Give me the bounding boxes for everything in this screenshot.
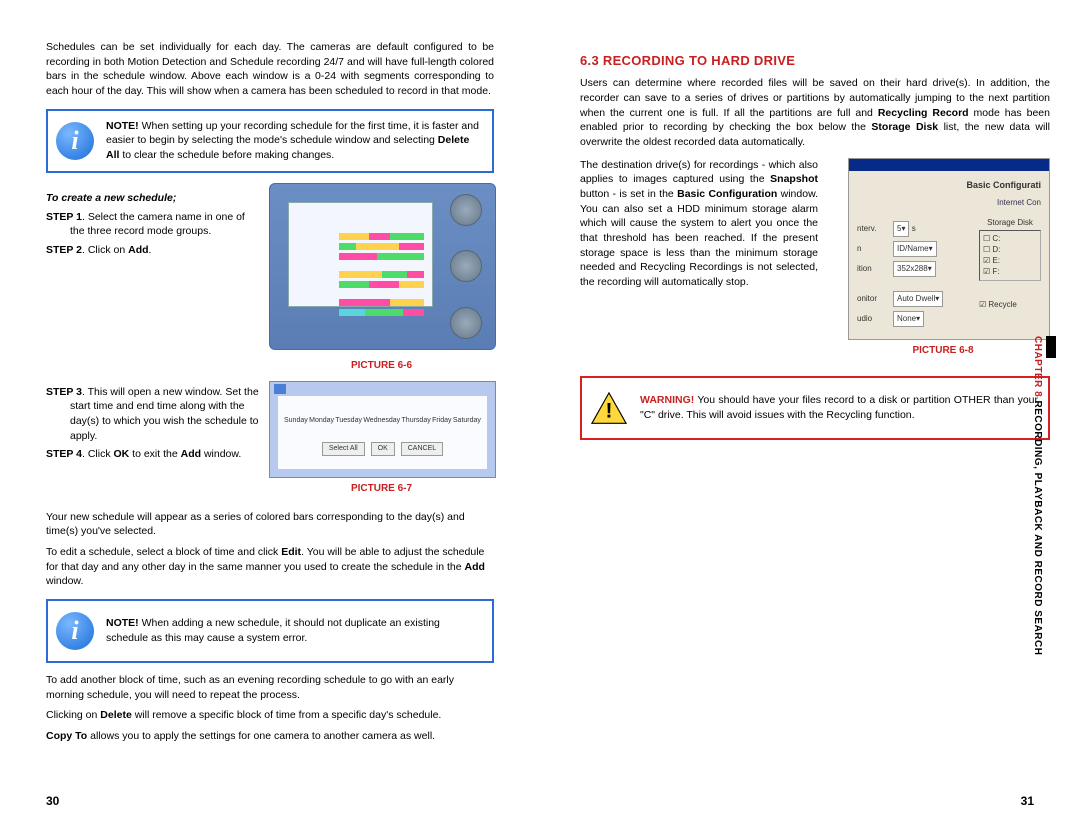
page-num-left: 30 — [46, 793, 59, 810]
hd-para-2: The destination drive(s) for recordings … — [580, 158, 818, 366]
note-1-text: NOTE! When setting up your recording sch… — [106, 119, 482, 163]
warning-icon: ! — [590, 391, 628, 425]
page-right: 6.3 RECORDING TO HARD DRIVE Users can de… — [540, 0, 1080, 834]
para-copyto: Copy To allows you to apply the settings… — [46, 729, 494, 744]
pic-6-7-caption: PICTURE 6-7 — [269, 482, 494, 496]
figure-6-8: Basic Configurati Internet Con nterv.5 ▾… — [848, 158, 1050, 340]
intro-para: Schedules can be set individually for ea… — [46, 40, 494, 99]
hd-para-1: Users can determine where recorded files… — [580, 76, 1050, 149]
page-left: Schedules can be set individually for ea… — [0, 0, 540, 834]
info-icon: i — [56, 612, 94, 650]
figure-6-6 — [269, 183, 496, 350]
pic-6-8-caption: PICTURE 6-8 — [836, 344, 1050, 358]
pic-6-6-caption: PICTURE 6-6 — [269, 359, 494, 373]
para-delete: Clicking on Delete will remove a specifi… — [46, 708, 494, 723]
warning-text: WARNING! You should have your files reco… — [640, 393, 1038, 422]
note-box-2: i NOTE! When adding a new schedule, it s… — [46, 599, 494, 663]
fig67-buttons: Select AllOKCANCEL — [284, 442, 481, 456]
note-box-1: i NOTE! When setting up your recording s… — [46, 109, 494, 173]
step-3: STEP 3. This will open a new window. Set… — [46, 385, 259, 444]
para-edit: To edit a schedule, select a block of ti… — [46, 545, 494, 589]
svg-text:!: ! — [606, 399, 613, 422]
chapter-side-label: CHAPTER 8 RECORDING, PLAYBACK AND RECORD… — [1030, 336, 1044, 655]
para-appear: Your new schedule will appear as a serie… — [46, 510, 494, 539]
fig67-days: SundayMondayTuesdayWednesdayThursdayFrid… — [284, 416, 481, 426]
step-1: STEP 1. Select the camera name in one of… — [46, 210, 259, 239]
note-2-text: NOTE! When adding a new schedule, it sho… — [106, 616, 482, 645]
info-icon: i — [56, 122, 94, 160]
side-tab-marker — [1046, 336, 1056, 358]
create-heading: To create a new schedule; — [46, 191, 259, 206]
section-heading: 6.3 RECORDING TO HARD DRIVE — [580, 52, 1050, 70]
warning-box: ! WARNING! You should have your files re… — [580, 376, 1050, 440]
figure-6-7: SundayMondayTuesdayWednesdayThursdayFrid… — [269, 381, 496, 478]
page-num-right: 31 — [1021, 793, 1034, 810]
para-repeat: To add another block of time, such as an… — [46, 673, 494, 702]
step-2: STEP 2. Click on Add. — [46, 243, 259, 258]
step-4: STEP 4. Click OK to exit the Add window. — [46, 447, 259, 462]
